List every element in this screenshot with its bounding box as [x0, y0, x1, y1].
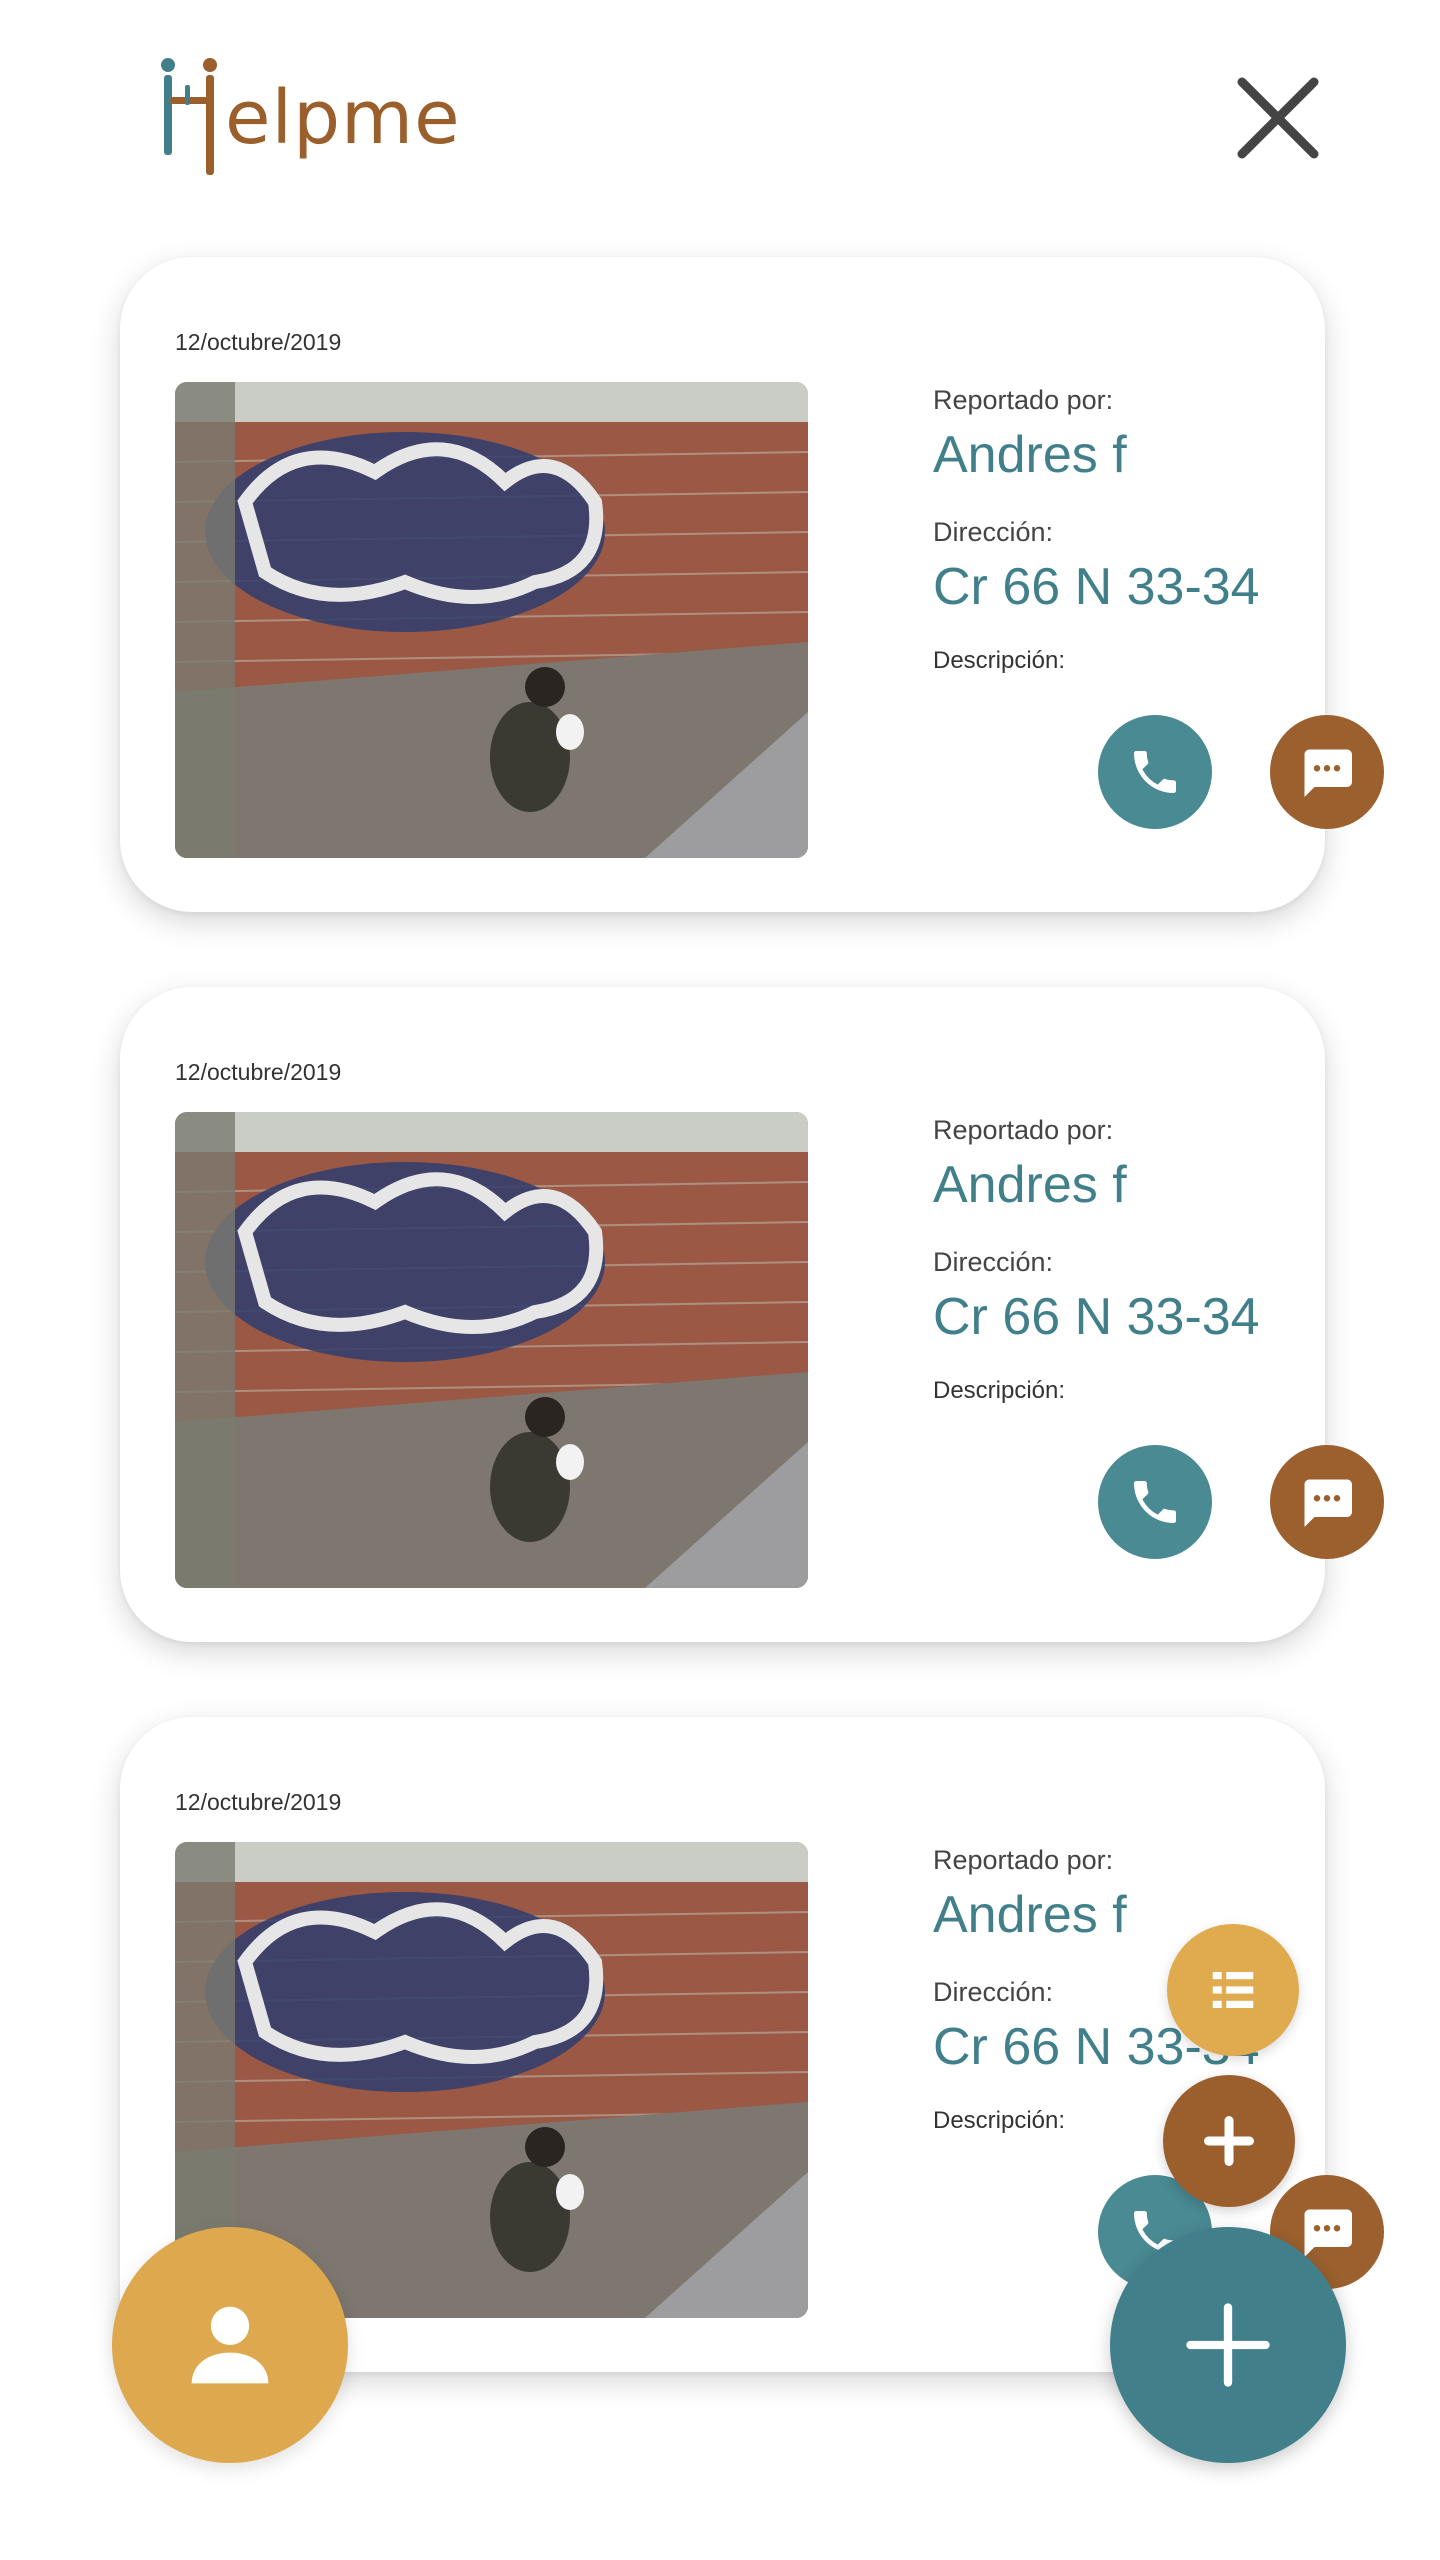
reported-by-value: Andres f — [933, 1156, 1127, 1214]
report-info: Reportado por: Andres f Dirección: Cr 66… — [933, 257, 1384, 912]
reported-by-label: Reportado por: — [933, 1845, 1114, 1875]
chat-icon — [1304, 2209, 1352, 2257]
close-icon — [1237, 77, 1319, 159]
report-date: 12/octubre/2019 — [175, 329, 342, 355]
description-label: Descripción: — [933, 1377, 1066, 1404]
close-button[interactable] — [1228, 68, 1328, 168]
add-report-fab-button[interactable] — [1163, 2075, 1295, 2207]
logo-figures-icon — [161, 58, 217, 175]
phone-icon — [1134, 1481, 1176, 1523]
reported-by-value: Andres f — [933, 1886, 1127, 1944]
report-card: 12/octubre/2019 Reportado por: Andres f … — [120, 257, 1384, 912]
report-info: Reportado por: Andres f Dirección: Cr 66… — [933, 987, 1384, 1642]
call-button[interactable] — [1098, 1445, 1212, 1559]
reported-by-label: Reportado por: — [933, 1115, 1114, 1145]
address-value: Cr 66 N 33-34 — [933, 558, 1260, 616]
report-date: 12/octubre/2019 — [175, 1059, 342, 1085]
logo-text: elpme — [225, 75, 461, 161]
list-icon — [1212, 1972, 1254, 2008]
chat-icon — [1304, 749, 1352, 797]
chat-icon — [1304, 1479, 1352, 1527]
report-card: 12/octubre/2019 Reportado por: Andres f … — [120, 987, 1384, 1642]
plus-icon — [1204, 2116, 1254, 2166]
address-label: Dirección: — [933, 517, 1054, 547]
reported-by-label: Reportado por: — [933, 385, 1114, 415]
address-label: Dirección: — [933, 1977, 1054, 2007]
plus-icon — [1186, 2303, 1270, 2387]
report-photo — [175, 382, 808, 858]
address-label: Dirección: — [933, 1247, 1054, 1277]
call-button[interactable] — [1098, 715, 1212, 829]
message-button[interactable] — [1270, 1445, 1384, 1559]
phone-icon — [1134, 751, 1176, 793]
address-value: Cr 66 N 33-34 — [933, 1288, 1260, 1346]
report-date: 12/octubre/2019 — [175, 1789, 342, 1815]
app-logo: elpme — [155, 55, 460, 175]
report-photo — [175, 1112, 808, 1588]
main-menu-fab-button[interactable] — [1110, 2227, 1346, 2463]
reported-by-value: Andres f — [933, 426, 1127, 484]
list-fab-button[interactable] — [1167, 1924, 1299, 2056]
message-button[interactable] — [1270, 715, 1384, 829]
description-label: Descripción: — [933, 2107, 1066, 2134]
description-label: Descripción: — [933, 647, 1066, 674]
user-icon — [191, 2306, 269, 2384]
profile-fab-button[interactable] — [112, 2227, 348, 2463]
